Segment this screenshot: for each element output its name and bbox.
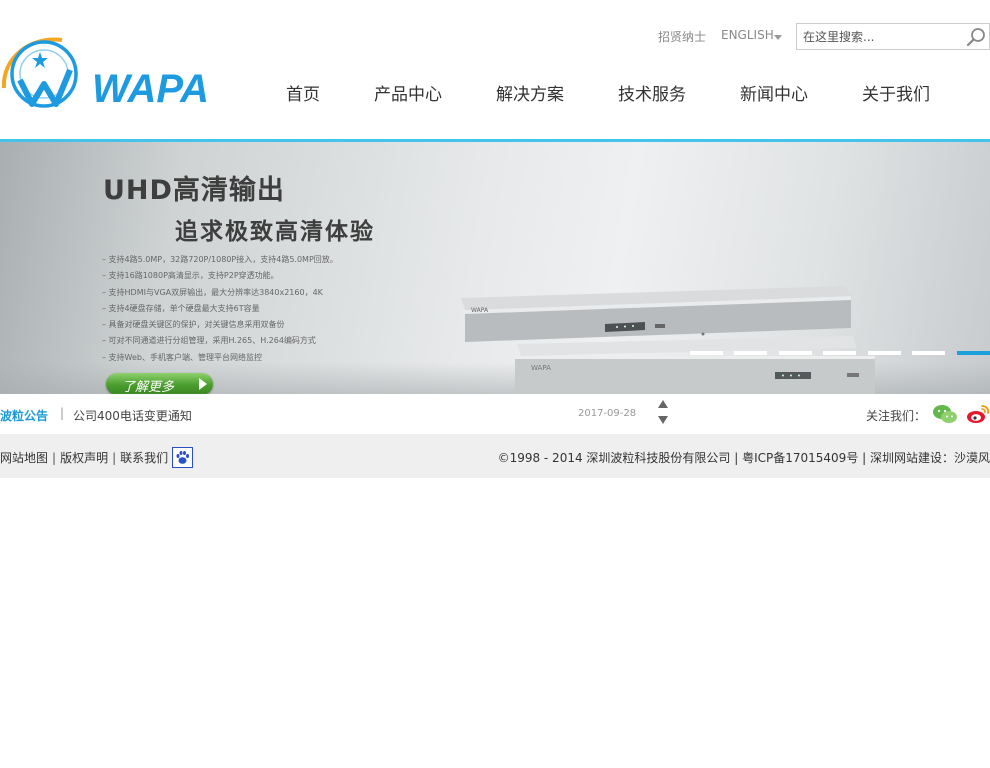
announcement-separator: | — [60, 406, 65, 420]
nav-item-products[interactable]: 产品中心 — [374, 80, 442, 105]
footer-link-sitemap[interactable]: 网站地图 — [0, 451, 48, 465]
weibo-icon[interactable] — [966, 404, 990, 424]
search-box — [796, 23, 990, 50]
slide-dot[interactable] — [779, 351, 812, 355]
slide-dot[interactable] — [690, 351, 723, 355]
nav-item-home[interactable]: 首页 — [286, 80, 320, 105]
announcement-link[interactable]: 公司400电话变更通知 — [73, 407, 192, 424]
slide-dot-active[interactable] — [957, 351, 990, 355]
search-input[interactable] — [801, 27, 965, 47]
footer-links: 网站地图 | 版权声明 | 联系我们 — [0, 449, 168, 466]
announcement-date: 2017-09-28 — [578, 408, 637, 419]
announcement-bar: 波粒公告 | 公司400电话变更通知 2017-09-28 关注我们： — [0, 394, 990, 434]
footer-separator: | — [112, 451, 117, 465]
main-nav: 首页 产品中心 解决方案 技术服务 新闻中心 关于我们 — [0, 80, 990, 105]
hero-banner: UHD高清输出 追求极致高清体验 – 支持4路5.0MP，32路720P/108… — [0, 142, 990, 394]
svg-text:WAPA: WAPA — [531, 364, 551, 372]
feature-item: – 支持Web、手机客户端、管理平台网络监控 — [102, 352, 262, 362]
play-arrow-icon — [199, 378, 207, 390]
feature-item: – 支持16路1080P高清显示，支持P2P穿透功能。 — [102, 271, 279, 281]
site-header: WAPA 招贤纳士 ENGLISH 首页 产品中心 解决方案 技术服务 新闻中心… — [0, 0, 990, 139]
footer-link-contact[interactable]: 联系我们 — [120, 451, 168, 465]
nvr-device-image: WAPA WAPA — [461, 286, 875, 394]
slide-dot[interactable] — [823, 351, 856, 355]
nav-item-solutions[interactable]: 解决方案 — [496, 80, 564, 105]
recruit-link[interactable]: 招贤纳士 — [658, 28, 706, 45]
feature-item: – 支持HDMI与VGA双屏输出，最大分辨率达3840x2160，4K — [102, 287, 323, 297]
search-icon[interactable] — [965, 26, 987, 48]
feature-item: – 可对不同通道进行分组管理，采用H.265、H.264编码方式 — [102, 336, 316, 346]
slide-dot[interactable] — [868, 351, 901, 355]
feature-item: – 具备对硬盘关键区的保护，对关键信息采用双备份 — [102, 320, 285, 330]
next-arrow-icon[interactable] — [658, 416, 668, 424]
slide-dot[interactable] — [912, 351, 945, 355]
nav-item-tech-service[interactable]: 技术服务 — [618, 80, 686, 105]
language-switch[interactable]: ENGLISH — [721, 28, 774, 42]
learn-more-button[interactable]: 了解更多 — [106, 373, 213, 394]
svg-text:WAPA: WAPA — [471, 307, 489, 314]
slider-pagination — [690, 351, 990, 355]
copyright-text: ©1998 - 2014 深圳波粒科技股份有限公司 | 粤ICP备1701540… — [497, 451, 990, 465]
footer-link-copyright[interactable]: 版权声明 — [60, 451, 108, 465]
banner-subtitle: 追求极致高清体验 — [175, 219, 375, 245]
site-footer: 网站地图 | 版权声明 | 联系我们 ©1998 - 2014 深圳波粒科技股份有限公司… — [0, 434, 990, 478]
feature-item: – 支持4路5.0MP，32路720P/1080P接入，支持4路5.0MP回放。 — [102, 255, 338, 264]
nav-item-news[interactable]: 新闻中心 — [740, 80, 808, 105]
follow-us-label: 关注我们： — [866, 409, 927, 423]
wechat-icon[interactable] — [932, 404, 958, 424]
previous-arrow-icon[interactable] — [658, 400, 668, 408]
nav-item-about[interactable]: 关于我们 — [862, 80, 930, 105]
wapa-logo[interactable]: WAPA — [0, 28, 220, 120]
feature-list: – 支持4路5.0MP，32路720P/1080P接入，支持4路5.0MP回放。… — [102, 252, 338, 366]
language-caret-icon[interactable] — [774, 35, 782, 40]
announcement-label: 波粒公告 — [0, 409, 49, 423]
feature-item: – 支持4硬盘存储，单个硬盘最大支持6T容量 — [102, 303, 260, 313]
baidu-paw-icon[interactable] — [172, 447, 193, 468]
slide-dot[interactable] — [734, 351, 767, 355]
footer-separator: | — [52, 451, 57, 465]
learn-more-label: 了解更多 — [122, 380, 175, 394]
banner-title: UHD高清输出 — [103, 175, 285, 206]
